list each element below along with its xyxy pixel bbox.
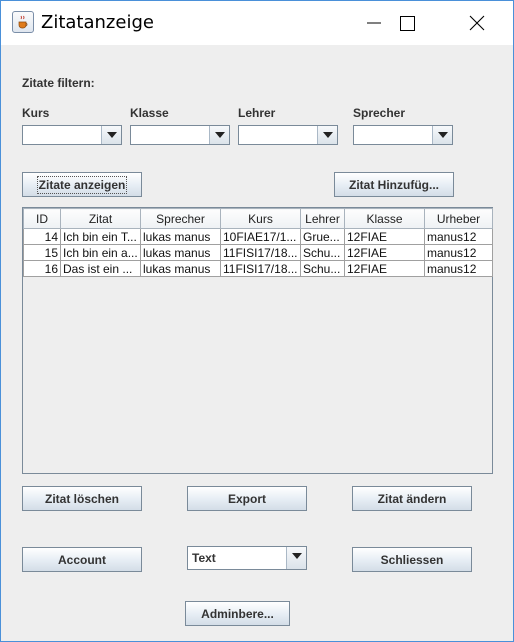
cell-kurs[interactable]: 11FISI17/18... (220, 260, 301, 277)
cell-kurs[interactable]: 11FISI17/18... (220, 244, 301, 261)
chevron-down-icon[interactable] (317, 126, 337, 144)
cell-klasse[interactable]: 12FIAE (344, 260, 425, 277)
java-cup-icon (12, 11, 34, 33)
account-button-label: Account (58, 552, 106, 567)
window-title: Zitatanzeige (41, 12, 154, 33)
export-button-label: Export (227, 491, 266, 506)
column-header-kurs[interactable]: Kurs (220, 208, 301, 229)
show-quotes-button[interactable]: Zitate anzeigen (22, 172, 142, 197)
cell-klasse[interactable]: 12FIAE (344, 228, 425, 245)
table-row[interactable]: 15 Ich bin ein a... lukas manus 11FISI17… (23, 244, 493, 261)
lehrer-label: Lehrer (238, 106, 276, 120)
cell-id[interactable]: 16 (23, 260, 61, 277)
kurs-label: Kurs (22, 106, 50, 120)
column-header-urheber[interactable]: Urheber (424, 208, 493, 229)
minimize-icon (367, 22, 381, 24)
klasse-label: Klasse (130, 106, 169, 120)
table-row[interactable]: 14 Ich bin ein T... lukas manus 10FIAE17… (23, 228, 493, 245)
format-select[interactable]: Text (187, 546, 307, 570)
kurs-combo[interactable] (22, 125, 122, 145)
account-button[interactable]: Account (22, 547, 142, 572)
cell-lehrer[interactable]: Schu... (300, 244, 345, 261)
column-header-lehrer[interactable]: Lehrer (300, 208, 345, 229)
cell-sprecher[interactable]: lukas manus (140, 260, 221, 277)
cell-id[interactable]: 14 (23, 228, 61, 245)
column-header-id[interactable]: ID (23, 208, 61, 229)
column-header-klasse[interactable]: Klasse (344, 208, 425, 229)
chevron-down-icon[interactable] (101, 126, 121, 144)
chevron-down-icon[interactable] (209, 126, 229, 144)
cell-urheber[interactable]: manus12 (424, 244, 493, 261)
chevron-down-icon[interactable] (286, 547, 306, 569)
add-quote-button[interactable]: Zitat Hinzufüg... (334, 172, 454, 197)
export-button[interactable]: Export (187, 486, 307, 511)
cell-klasse[interactable]: 12FIAE (344, 244, 425, 261)
cell-zitat[interactable]: Ich bin ein a... (60, 244, 141, 261)
sprecher-combo[interactable] (353, 125, 453, 145)
maximize-icon (400, 16, 415, 31)
delete-quote-button[interactable]: Zitat löschen (22, 486, 142, 511)
close-button-label: Schliessen (380, 552, 444, 567)
quotes-table[interactable]: ID Zitat Sprecher Kurs Lehrer Klasse Urh… (23, 208, 493, 277)
cell-lehrer[interactable]: Grue... (300, 228, 345, 245)
title-bar: Zitatanzeige (1, 1, 513, 45)
close-window-button[interactable] (454, 1, 500, 45)
admin-area-button-label: Adminbere... (201, 606, 274, 621)
quotes-table-scrollpane[interactable]: ID Zitat Sprecher Kurs Lehrer Klasse Urh… (22, 207, 493, 474)
cell-urheber[interactable]: manus12 (424, 260, 493, 277)
cell-urheber[interactable]: manus12 (424, 228, 493, 245)
format-select-value: Text (192, 551, 216, 565)
maximize-button[interactable] (384, 1, 430, 45)
table-header-row: ID Zitat Sprecher Kurs Lehrer Klasse Urh… (23, 208, 493, 229)
close-icon (469, 15, 485, 31)
cell-zitat[interactable]: Das ist ein ... (60, 260, 141, 277)
table-row[interactable]: 16 Das ist ein ... lukas manus 11FISI17/… (23, 260, 493, 277)
cell-sprecher[interactable]: lukas manus (140, 228, 221, 245)
sprecher-label: Sprecher (353, 106, 406, 120)
column-header-sprecher[interactable]: Sprecher (140, 208, 221, 229)
chevron-down-icon[interactable] (432, 126, 452, 144)
cell-kurs[interactable]: 10FIAE17/1... (220, 228, 301, 245)
main-window: Zitatanzeige Zitate filtern: Kurs Klasse… (0, 0, 514, 642)
close-button[interactable]: Schliessen (352, 547, 472, 572)
edit-quote-button-label: Zitat ändern (377, 491, 447, 506)
cell-lehrer[interactable]: Schu... (300, 260, 345, 277)
show-quotes-button-label: Zitate anzeigen (36, 175, 128, 194)
lehrer-combo[interactable] (238, 125, 338, 145)
klasse-combo[interactable] (130, 125, 230, 145)
edit-quote-button[interactable]: Zitat ändern (352, 486, 472, 511)
filter-heading: Zitate filtern: (22, 76, 95, 90)
cell-sprecher[interactable]: lukas manus (140, 244, 221, 261)
admin-area-button[interactable]: Adminbere... (185, 601, 290, 626)
add-quote-button-label: Zitat Hinzufüg... (349, 177, 439, 192)
delete-quote-button-label: Zitat löschen (44, 491, 119, 506)
column-header-zitat[interactable]: Zitat (60, 208, 141, 229)
cell-id[interactable]: 15 (23, 244, 61, 261)
cell-zitat[interactable]: Ich bin ein T... (60, 228, 141, 245)
